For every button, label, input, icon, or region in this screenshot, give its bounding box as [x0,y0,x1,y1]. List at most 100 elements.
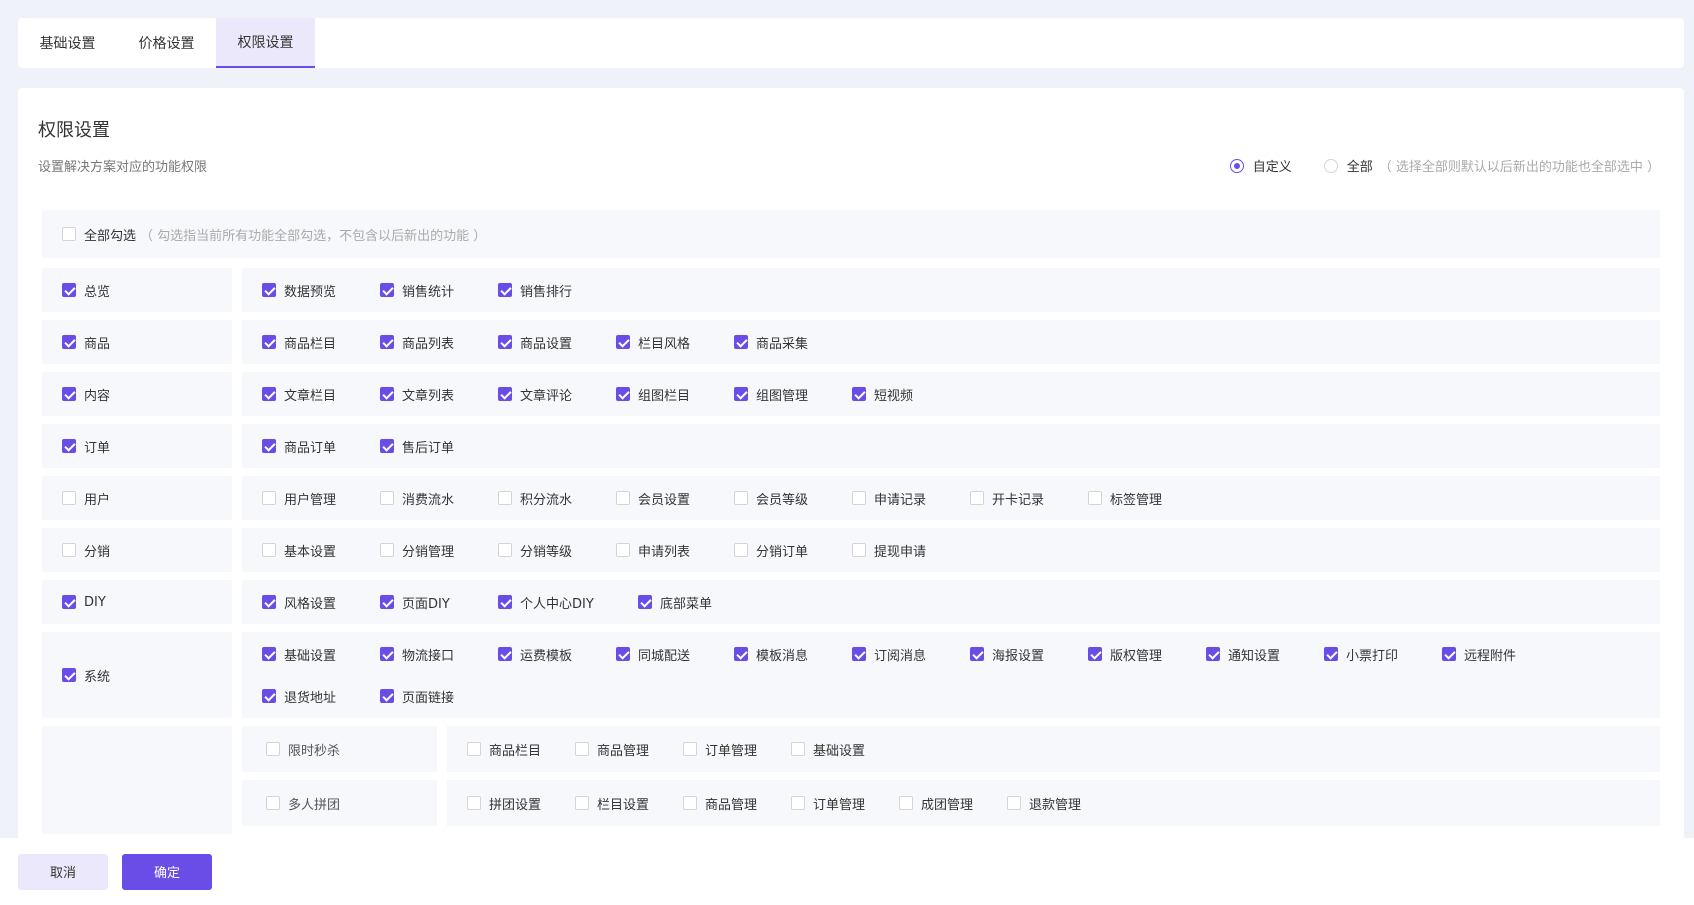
permission-checkbox[interactable] [498,335,512,349]
permission-item[interactable]: 分销管理 [380,528,498,572]
permission-checkbox[interactable] [734,387,748,401]
module-header[interactable]: 总览 [42,268,232,312]
permission-item[interactable]: 运费模板 [498,633,616,675]
module-checkbox[interactable] [62,491,76,505]
permission-checkbox[interactable] [498,595,512,609]
module-checkbox[interactable] [62,668,76,682]
module-checkbox[interactable] [62,439,76,453]
module-header[interactable]: 内容 [42,372,232,416]
permission-item[interactable]: 销售排行 [498,268,616,312]
tab-1[interactable]: 基础设置 [18,18,117,68]
permission-checkbox[interactable] [734,647,748,661]
permission-item[interactable]: 商品栏目 [262,320,380,364]
permission-checkbox[interactable] [683,796,697,810]
permission-item[interactable]: 个人中心DIY [498,580,638,624]
permission-item[interactable]: 风格设置 [262,580,380,624]
permission-checkbox[interactable] [498,387,512,401]
permission-checkbox[interactable] [616,491,630,505]
permission-checkbox[interactable] [1088,647,1102,661]
permission-item[interactable]: 分销订单 [734,528,852,572]
tab-2[interactable]: 价格设置 [117,18,216,68]
permission-checkbox[interactable] [1206,647,1220,661]
confirm-button[interactable]: 确定 [122,853,212,890]
permission-item[interactable]: 拼团设置 [467,780,575,826]
module-checkbox[interactable] [62,335,76,349]
permission-item[interactable]: 同城配送 [616,633,734,675]
permission-checkbox[interactable] [380,595,394,609]
submodule-checkbox[interactable] [266,796,280,810]
permission-checkbox[interactable] [791,742,805,756]
permission-item[interactable]: 开卡记录 [970,476,1088,520]
module-header[interactable]: 商品 [42,320,232,364]
submodule-header[interactable]: 限时秒杀 [242,726,437,772]
module-header[interactable]: 订单 [42,424,232,468]
permission-checkbox[interactable] [734,491,748,505]
permission-item[interactable]: 销售统计 [380,268,498,312]
permission-item[interactable]: 标签管理 [1088,476,1206,520]
permission-item[interactable]: 申请列表 [616,528,734,572]
permission-checkbox[interactable] [616,335,630,349]
permission-checkbox[interactable] [467,796,481,810]
permission-item[interactable]: 版权管理 [1088,633,1206,675]
permission-checkbox[interactable] [498,491,512,505]
permission-item[interactable]: 文章评论 [498,372,616,416]
permission-checkbox[interactable] [467,742,481,756]
permission-item[interactable]: 商品设置 [498,320,616,364]
permission-item[interactable]: 基本设置 [262,528,380,572]
permission-checkbox[interactable] [262,335,276,349]
permission-item[interactable]: 退货地址 [262,675,380,717]
module-checkbox[interactable] [62,543,76,557]
submodule-checkbox[interactable] [266,742,280,756]
permission-item[interactable]: 组图管理 [734,372,852,416]
permission-item[interactable]: 提现申请 [852,528,970,572]
permission-item[interactable]: 商品采集 [734,320,852,364]
module-checkbox[interactable] [62,283,76,297]
permission-checkbox[interactable] [262,543,276,557]
permission-item[interactable]: 退款管理 [1007,780,1115,826]
permission-checkbox[interactable] [970,491,984,505]
permission-item[interactable]: 商品管理 [575,726,683,772]
permission-item[interactable]: 文章栏目 [262,372,380,416]
permission-checkbox[interactable] [899,796,913,810]
permission-checkbox[interactable] [380,689,394,703]
permission-checkbox[interactable] [734,543,748,557]
permission-checkbox[interactable] [262,387,276,401]
permission-item[interactable]: 商品列表 [380,320,498,364]
module-checkbox[interactable] [62,387,76,401]
permission-checkbox[interactable] [791,796,805,810]
cancel-button[interactable]: 取消 [18,853,108,890]
permission-checkbox[interactable] [1324,647,1338,661]
permission-item[interactable]: 远程附件 [1442,633,1560,675]
permission-checkbox[interactable] [1088,491,1102,505]
permission-item[interactable]: 售后订单 [380,424,498,468]
permission-checkbox[interactable] [380,387,394,401]
permission-item[interactable]: 基础设置 [791,726,899,772]
permission-checkbox[interactable] [852,543,866,557]
mode-radio-1[interactable]: 自定义 [1229,156,1292,175]
permission-item[interactable]: 商品管理 [683,780,791,826]
permission-checkbox[interactable] [262,283,276,297]
permission-checkbox[interactable] [262,647,276,661]
module-checkbox[interactable] [62,595,76,609]
permission-item[interactable]: 文章列表 [380,372,498,416]
permission-checkbox[interactable] [683,742,697,756]
permission-checkbox[interactable] [1007,796,1021,810]
permission-item[interactable]: 成团管理 [899,780,1007,826]
permission-item[interactable]: 分销等级 [498,528,616,572]
permission-item[interactable]: 页面链接 [380,675,498,717]
permission-item[interactable]: 消费流水 [380,476,498,520]
permission-item[interactable]: 会员等级 [734,476,852,520]
permission-checkbox[interactable] [498,647,512,661]
permission-item[interactable]: 短视频 [852,372,970,416]
permission-item[interactable]: 页面DIY [380,580,498,624]
permission-item[interactable]: 订单管理 [683,726,791,772]
tab-3[interactable]: 权限设置 [216,18,315,68]
permission-item[interactable]: 海报设置 [970,633,1088,675]
permission-item[interactable]: 数据预览 [262,268,380,312]
permission-item[interactable]: 商品栏目 [467,726,575,772]
permission-checkbox[interactable] [1442,647,1456,661]
permission-item[interactable]: 用户管理 [262,476,380,520]
permission-checkbox[interactable] [616,387,630,401]
permission-item[interactable]: 申请记录 [852,476,970,520]
permission-checkbox[interactable] [616,647,630,661]
